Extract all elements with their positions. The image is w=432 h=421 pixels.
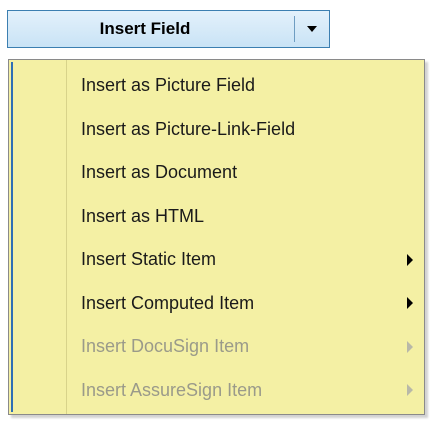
insert-field-button[interactable]: Insert Field	[8, 11, 294, 47]
submenu-arrow-icon	[407, 384, 413, 397]
menu-item-insert-assuresign-item: Insert AssureSign Item	[9, 369, 424, 413]
menu-item-insert-as-picture-link-field[interactable]: Insert as Picture-Link-Field	[9, 108, 424, 152]
submenu-arrow-icon	[407, 297, 413, 310]
menu-item-insert-docusign-item: Insert DocuSign Item	[9, 325, 424, 369]
menu-item-insert-static-item[interactable]: Insert Static Item	[9, 238, 424, 282]
menu-item-insert-computed-item[interactable]: Insert Computed Item	[9, 282, 424, 326]
chevron-down-icon	[307, 26, 317, 32]
submenu-arrow-icon	[407, 253, 413, 266]
insert-field-dropdown-button[interactable]	[295, 11, 329, 47]
menu-item-insert-as-picture-field[interactable]: Insert as Picture Field	[9, 64, 424, 108]
menu-item-label: Insert DocuSign Item	[81, 336, 250, 357]
submenu-arrow-icon	[407, 340, 413, 353]
menu-item-label: Insert Computed Item	[81, 292, 255, 313]
menu-item-label: Insert as Document	[81, 162, 238, 183]
menu-item-label: Insert AssureSign Item	[81, 379, 263, 400]
menu-item-label: Insert as HTML	[81, 205, 205, 226]
insert-field-menu: Insert as Picture Field Insert as Pictur…	[8, 59, 425, 415]
menu-item-insert-as-document[interactable]: Insert as Document	[9, 151, 424, 195]
insert-field-label: Insert Field	[99, 19, 191, 38]
menu-item-label: Insert as Picture-Link-Field	[81, 118, 296, 139]
menu-item-label: Insert as Picture Field	[81, 75, 256, 96]
menu-item-list: Insert as Picture Field Insert as Pictur…	[9, 64, 424, 412]
menu-item-insert-as-html[interactable]: Insert as HTML	[9, 195, 424, 239]
insert-field-split-button[interactable]: Insert Field	[7, 10, 330, 48]
menu-item-label: Insert Static Item	[81, 249, 217, 270]
